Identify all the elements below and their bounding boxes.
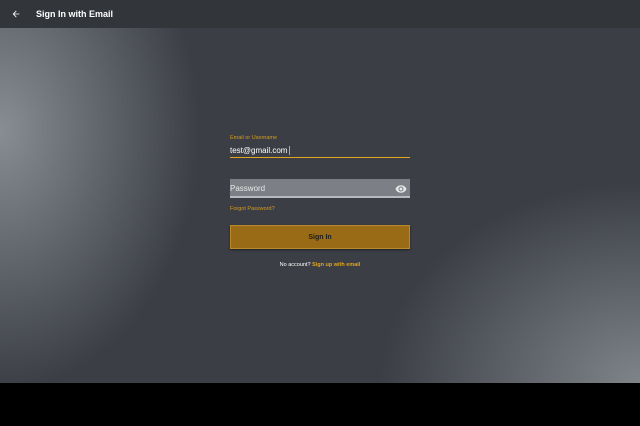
back-button[interactable] <box>0 0 32 28</box>
app-screen: Sign In with Email Email or Username For… <box>0 0 640 383</box>
password-input[interactable] <box>230 180 390 196</box>
arrow-left-icon <box>12 10 20 18</box>
signup-prompt: No account? <box>279 262 311 268</box>
signin-form: Email or Username Forgot Password? Sign … <box>230 134 410 268</box>
forgot-password-link[interactable]: Forgot Password? <box>230 206 275 212</box>
password-field-container <box>230 179 410 198</box>
signup-row: No account? Sign up with email <box>230 262 410 268</box>
bottom-black-bar <box>0 383 640 426</box>
email-field-container <box>230 142 410 158</box>
email-input[interactable] <box>230 143 410 157</box>
eye-icon <box>395 185 407 193</box>
email-label: Email or Username <box>230 135 278 141</box>
text-cursor <box>289 146 290 155</box>
toggle-password-visibility-button[interactable] <box>395 182 407 194</box>
page-title: Sign In with Email <box>36 9 114 19</box>
signup-link[interactable]: Sign up with email <box>312 262 360 268</box>
signin-button[interactable]: Sign In <box>230 225 410 249</box>
app-bar: Sign In with Email <box>0 0 640 28</box>
